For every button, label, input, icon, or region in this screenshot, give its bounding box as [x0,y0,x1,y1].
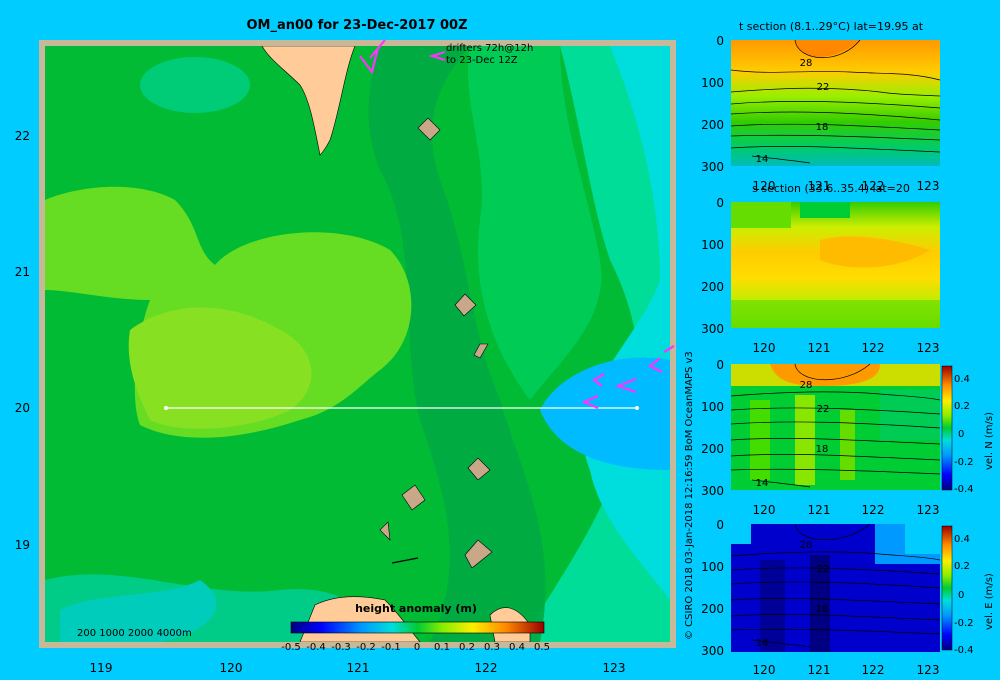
svg-text:200: 200 [701,280,724,294]
svg-text:100: 100 [701,560,724,574]
svg-text:0.1: 0.1 [434,642,450,653]
svg-text:100: 100 [701,400,724,414]
svg-text:200: 200 [701,602,724,616]
svg-text:0: 0 [716,196,724,210]
panel-north-velocity-section: 28 22 18 14 0 100 200 300 120 121 122 12… [701,358,995,517]
svg-text:0.4: 0.4 [509,642,525,653]
svg-text:-0.2: -0.2 [954,457,974,468]
height-anomaly-field [45,46,670,642]
svg-text:0: 0 [716,34,724,48]
panel-temperature-section: t section (8.1..29°C) lat=19.95 at 28 22… [701,20,941,193]
svg-text:0.4: 0.4 [954,534,970,545]
panel-title: s section (33.6..35.4) lat=20 [752,182,910,195]
svg-text:122: 122 [862,341,885,355]
colorbar-title: height anomaly (m) [355,602,477,615]
svg-text:22: 22 [817,404,830,415]
x-tick-label: 119 [90,661,113,675]
svg-text:0: 0 [716,518,724,532]
svg-text:120: 120 [753,503,776,517]
svg-text:28: 28 [800,540,813,551]
svg-text:200: 200 [701,118,724,132]
svg-text:0.2: 0.2 [459,642,475,653]
svg-text:123: 123 [917,179,940,193]
svg-text:-0.2: -0.2 [356,642,376,653]
svg-text:14: 14 [756,638,769,649]
svg-text:22: 22 [817,82,830,93]
section-start-marker [164,406,168,410]
map-y-axis: 22 21 20 19 [15,129,30,552]
svg-text:14: 14 [756,478,769,489]
svg-text:-0.4: -0.4 [306,642,326,653]
svg-text:200: 200 [701,442,724,456]
svg-text:123: 123 [917,663,940,677]
svg-text:0.2: 0.2 [954,401,970,412]
svg-text:-0.4: -0.4 [954,484,974,495]
svg-text:22: 22 [817,564,830,575]
svg-text:0.5: 0.5 [534,642,550,653]
y-tick-label: 19 [15,538,30,552]
y-tick-label: 22 [15,129,30,143]
svg-text:-0.2: -0.2 [954,618,974,629]
height-colorbar [290,621,545,634]
drifters-label: drifters 72h@12h [446,43,533,54]
svg-text:123: 123 [917,341,940,355]
depth-legend: 200 1000 2000 4000m [77,628,192,639]
svg-text:300: 300 [701,644,724,658]
svg-text:121: 121 [808,503,831,517]
svg-text:100: 100 [701,76,724,90]
svg-text:0: 0 [716,358,724,372]
panel-salinity-section: s section (33.6..35.4) lat=20 0 100 200 … [701,182,940,355]
map-title: OM_an00 for 23-Dec-2017 00Z [246,18,467,33]
svg-text:18: 18 [816,604,829,615]
panel-east-velocity-section: 28 22 18 14 0 100 200 300 120 121 122 12… [701,518,995,677]
svg-text:300: 300 [701,322,724,336]
section-end-marker [635,406,639,410]
svg-text:18: 18 [816,444,829,455]
svg-text:100: 100 [701,238,724,252]
panel-title: t section (8.1..29°C) lat=19.95 at [739,20,924,33]
svg-text:0: 0 [958,429,964,440]
svg-text:120: 120 [753,341,776,355]
svg-text:0.4: 0.4 [954,374,970,385]
svg-text:121: 121 [808,663,831,677]
svg-text:0.2: 0.2 [954,561,970,572]
drifters-date: to 23-Dec 12Z [446,55,518,66]
svg-text:14: 14 [756,154,769,165]
figure-canvas: OM_an00 for 23-Dec-2017 00Z drifters 72h… [15,18,995,677]
svg-text:vel. N (m/s): vel. N (m/s) [984,412,995,470]
svg-text:121: 121 [808,341,831,355]
svg-text:122: 122 [862,663,885,677]
svg-text:18: 18 [816,122,829,133]
y-tick-label: 21 [15,265,30,279]
x-tick-label: 121 [347,661,370,675]
svg-text:300: 300 [701,484,724,498]
y-tick-label: 20 [15,401,30,415]
x-tick-label: 120 [220,661,243,675]
svg-text:28: 28 [800,58,813,69]
svg-text:-0.5: -0.5 [281,642,301,653]
map-x-axis: 119 120 121 122 123 [90,661,626,675]
svg-text:0.3: 0.3 [484,642,500,653]
svg-text:0: 0 [414,642,420,653]
x-tick-label: 123 [603,661,626,675]
x-tick-label: 122 [475,661,498,675]
svg-text:-0.3: -0.3 [331,642,351,653]
svg-text:-0.4: -0.4 [954,645,974,656]
svg-text:300: 300 [701,160,724,174]
svg-text:122: 122 [862,503,885,517]
svg-text:0: 0 [958,590,964,601]
svg-text:-0.1: -0.1 [381,642,401,653]
credit-text: © CSIRO 2018 03-Jan-2018 12:16:59 BoM Oc… [684,351,695,640]
colorbar-labels: -0.5 -0.4 -0.3 -0.2 -0.1 0 0.1 0.2 0.3 0… [281,642,550,653]
svg-text:vel. E (m/s): vel. E (m/s) [984,573,995,630]
svg-text:123: 123 [917,503,940,517]
svg-text:120: 120 [753,663,776,677]
svg-text:28: 28 [800,380,813,391]
